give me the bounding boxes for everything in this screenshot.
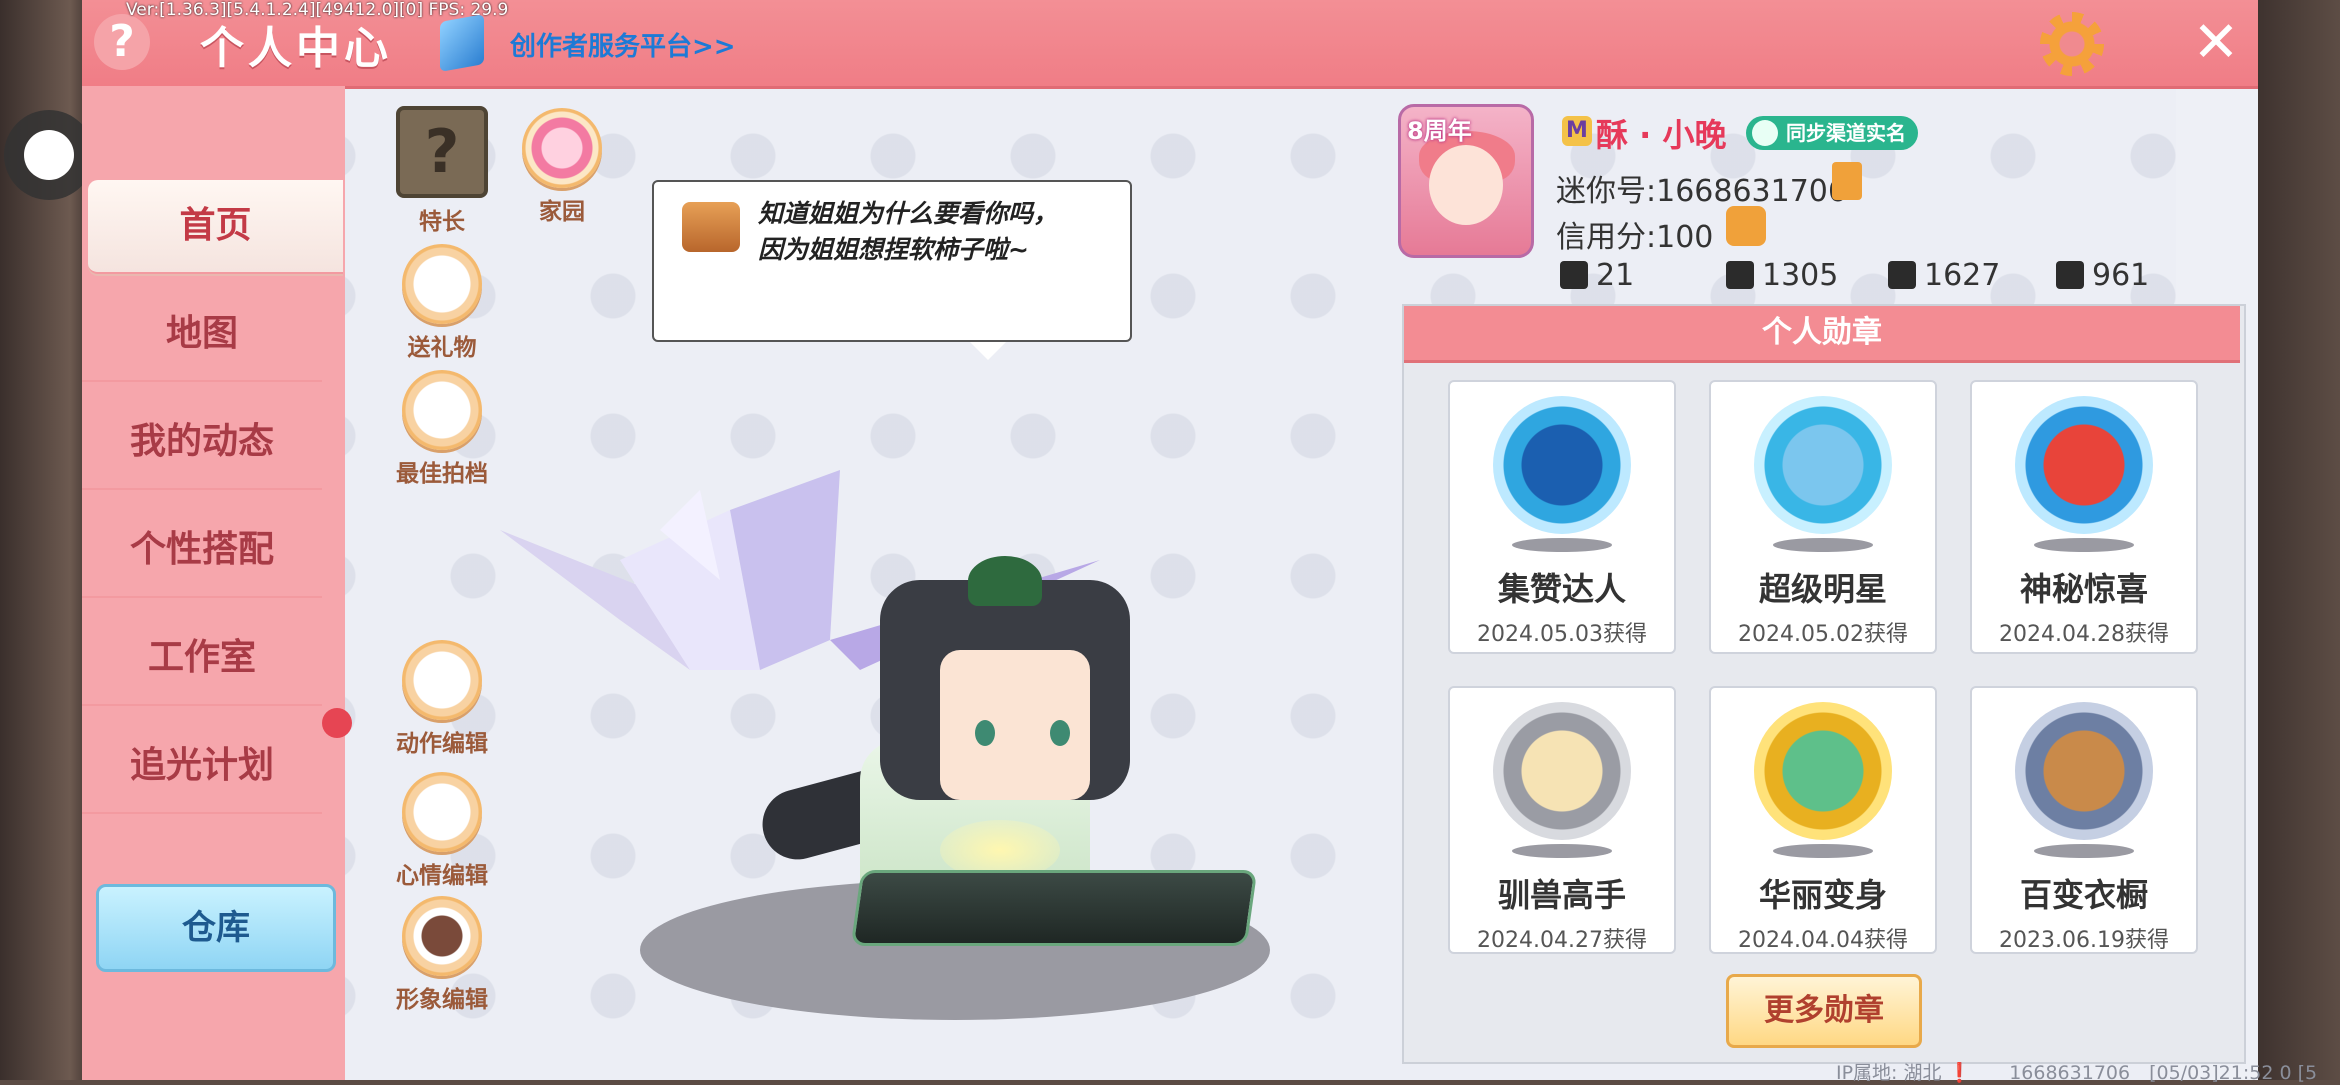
gift-label: 送礼物 bbox=[407, 335, 477, 361]
avatar[interactable]: 8周年 bbox=[1398, 104, 1534, 258]
debug-version-text: Ver:[1.36.3][5.4.1.2.4][49412.0][0] FPS:… bbox=[126, 0, 509, 20]
gift-icon bbox=[402, 244, 482, 324]
edit-pencil-icon bbox=[402, 772, 482, 852]
medal-card[interactable]: 华丽变身 2024.04.04获得 bbox=[1709, 686, 1937, 954]
stat-value: 21 bbox=[1596, 258, 1635, 293]
medal-date: 2024.04.04获得 bbox=[1738, 928, 1908, 953]
stat-fans: 1305 bbox=[1726, 258, 1838, 293]
flame-icon bbox=[1888, 261, 1916, 289]
medal-date: 2024.04.27获得 bbox=[1477, 928, 1647, 953]
more-medals-button[interactable]: 更多勋章 bbox=[1726, 974, 1922, 1048]
medal-name: 驯兽高手 bbox=[1497, 876, 1626, 914]
speech-bubble: 知道姐姐为什么要看你吗， 因为姐姐想捏软柿子啦~ bbox=[652, 180, 1146, 360]
action-edit-button[interactable]: 动作编辑 bbox=[382, 640, 502, 758]
home-button[interactable]: 家园 bbox=[502, 108, 622, 226]
warehouse-button[interactable]: 仓库 bbox=[96, 884, 336, 972]
medal-card[interactable]: 神秘惊喜 2024.04.28获得 bbox=[1970, 380, 2198, 654]
plus-badge-icon bbox=[1560, 261, 1588, 289]
close-icon[interactable]: ✕ bbox=[2185, 12, 2247, 74]
medal-base bbox=[2034, 844, 2134, 858]
avatar-face bbox=[1429, 145, 1503, 225]
captain-button[interactable]: ? 特长 bbox=[382, 106, 502, 236]
speech-text: 知道姐姐为什么要看你吗， 因为姐姐想捏软柿子啦~ bbox=[758, 199, 1146, 264]
gift-button[interactable]: 送礼物 bbox=[382, 244, 502, 362]
chest-icon bbox=[682, 202, 740, 252]
house-icon bbox=[522, 108, 602, 188]
credit-score: 信用分:100 bbox=[1556, 220, 1714, 255]
realname-badge[interactable]: 同步渠道实名 bbox=[1746, 116, 1918, 150]
medal-icon bbox=[1493, 396, 1631, 534]
medal-date: 2024.05.02获得 bbox=[1738, 622, 1908, 647]
character-eye bbox=[975, 720, 995, 746]
medal-name: 集赞达人 bbox=[1497, 570, 1626, 608]
medals-title: 个人勋章 bbox=[1404, 306, 2240, 363]
medal-icon bbox=[2015, 396, 2153, 534]
sidebar-item-my-posts[interactable]: 我的动态 bbox=[82, 396, 322, 490]
medal-card[interactable]: 百变衣橱 2023.06.19获得 bbox=[1970, 686, 2198, 954]
stat-value: 1627 bbox=[1924, 258, 2001, 293]
floating-assist-ball[interactable] bbox=[4, 110, 94, 200]
creator-platform-link[interactable]: 创作者服务平台>> bbox=[510, 26, 736, 63]
medal-date: 2024.05.03获得 bbox=[1477, 622, 1647, 647]
best-partner-button[interactable]: 最佳拍档 bbox=[382, 370, 502, 488]
character-hat bbox=[968, 556, 1042, 606]
home-label: 家园 bbox=[539, 199, 585, 225]
mood-edit-label: 心情编辑 bbox=[396, 863, 488, 889]
medal-icon bbox=[2015, 702, 2153, 840]
captain-label: 特长 bbox=[419, 209, 465, 235]
medal-icon bbox=[1754, 702, 1892, 840]
heart-icon bbox=[2056, 261, 2084, 289]
outfit-icon bbox=[402, 896, 482, 976]
medal-date: 2023.06.19获得 bbox=[1999, 928, 2169, 953]
best-partner-label: 最佳拍档 bbox=[396, 461, 488, 487]
action-edit-label: 动作编辑 bbox=[396, 731, 488, 757]
copy-icon[interactable] bbox=[1832, 162, 1862, 200]
sidebar-item-chase-light[interactable]: 追光计划 bbox=[82, 720, 322, 814]
medal-base bbox=[1773, 538, 1873, 552]
footer-info: IP属地: 湖北 ❗ 1668631706 [05/03]21:52 0 [5 bbox=[1836, 1062, 2318, 1084]
medal-base bbox=[1773, 844, 1873, 858]
medal-name: 华丽变身 bbox=[1758, 876, 1887, 914]
sidebar-item-outfit[interactable]: 个性搭配 bbox=[82, 504, 322, 598]
character-eye bbox=[1050, 720, 1070, 746]
stat-flame: 1627 bbox=[1888, 258, 2000, 293]
character-pose-icon bbox=[402, 640, 482, 720]
handshake-icon bbox=[402, 370, 482, 450]
stat-value: 1305 bbox=[1762, 258, 1839, 293]
medal-card[interactable]: 集赞达人 2024.05.03获得 bbox=[1448, 380, 1676, 654]
gear-icon[interactable] bbox=[2040, 12, 2104, 76]
mini-id: 迷你号:1668631706 bbox=[1556, 174, 1847, 209]
nickname: 酥 · 小晚 bbox=[1596, 116, 1727, 154]
medal-base bbox=[1512, 844, 1612, 858]
notification-dot bbox=[322, 708, 352, 738]
stat-plus: 21 bbox=[1560, 258, 1634, 293]
medal-date: 2024.04.28获得 bbox=[1999, 622, 2169, 647]
sidebar-item-studio[interactable]: 工作室 bbox=[82, 612, 322, 706]
medal-card[interactable]: 超级明星 2024.05.02获得 bbox=[1709, 380, 1937, 654]
credit-user-icon[interactable] bbox=[1726, 206, 1766, 246]
fans-icon bbox=[1726, 261, 1754, 289]
sidebar-item-map[interactable]: 地图 bbox=[82, 288, 322, 382]
medal-name: 超级明星 bbox=[1758, 570, 1887, 608]
sidebar-item-home[interactable]: 首页 bbox=[88, 180, 343, 274]
medal-base bbox=[1512, 538, 1612, 552]
vip-icon: M bbox=[1562, 116, 1592, 146]
medal-name: 百变衣橱 bbox=[2019, 876, 2148, 914]
medal-icon bbox=[1493, 702, 1631, 840]
image-edit-label: 形象编辑 bbox=[396, 987, 488, 1013]
medal-base bbox=[2034, 538, 2134, 552]
help-icon[interactable]: ? bbox=[94, 14, 150, 70]
stat-value: 961 bbox=[2092, 258, 2150, 293]
stat-likes: 961 bbox=[2056, 258, 2149, 293]
medal-icon bbox=[1754, 396, 1892, 534]
medal-card[interactable]: 驯兽高手 2024.04.27获得 bbox=[1448, 686, 1676, 954]
medal-name: 神秘惊喜 bbox=[2019, 570, 2148, 608]
cube-icon[interactable] bbox=[440, 14, 484, 72]
mood-edit-button[interactable]: 心情编辑 bbox=[382, 772, 502, 890]
page-title: 个人中心 bbox=[200, 23, 392, 74]
question-box-icon: ? bbox=[396, 106, 488, 198]
guzheng-instrument bbox=[850, 870, 1258, 946]
image-edit-button[interactable]: 形象编辑 bbox=[382, 896, 502, 1014]
anniversary-badge: 8周年 bbox=[1407, 117, 1472, 145]
